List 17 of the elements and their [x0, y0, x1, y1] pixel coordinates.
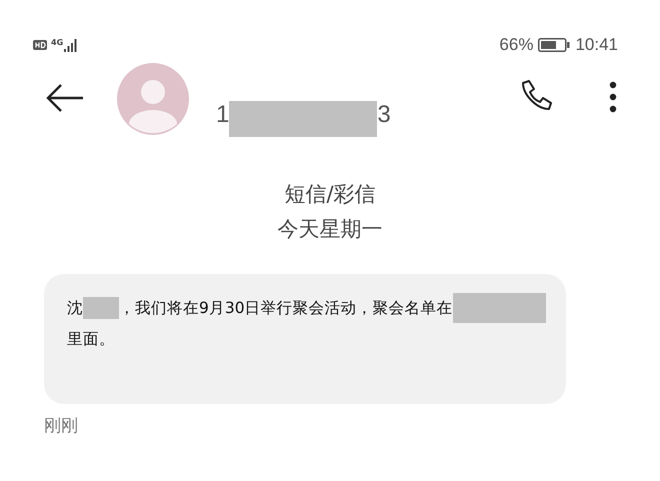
message-time: 刚刚 — [44, 415, 79, 437]
date-label: 今天星期一 — [278, 216, 382, 243]
redaction-bar — [83, 296, 119, 319]
signal-icon — [64, 38, 78, 52]
clock-time: 10:41 — [575, 35, 618, 55]
phone-number: 1 — [216, 101, 230, 129]
battery-percent: 66% — [499, 35, 534, 55]
message-text: 沈 — [67, 298, 83, 319]
phone-number: 3 — [377, 101, 391, 129]
avatar-icon — [117, 63, 189, 135]
message-text: 里面。 — [67, 328, 115, 350]
battery-icon — [538, 38, 570, 52]
network-label: 4G — [51, 38, 64, 47]
channel-label: 短信/彩信 — [284, 181, 376, 208]
back-button[interactable] — [45, 83, 85, 113]
hd-icon — [33, 40, 47, 50]
message-text: ，我们将在9月30日举行聚会活动，聚会名单在 — [119, 298, 453, 319]
